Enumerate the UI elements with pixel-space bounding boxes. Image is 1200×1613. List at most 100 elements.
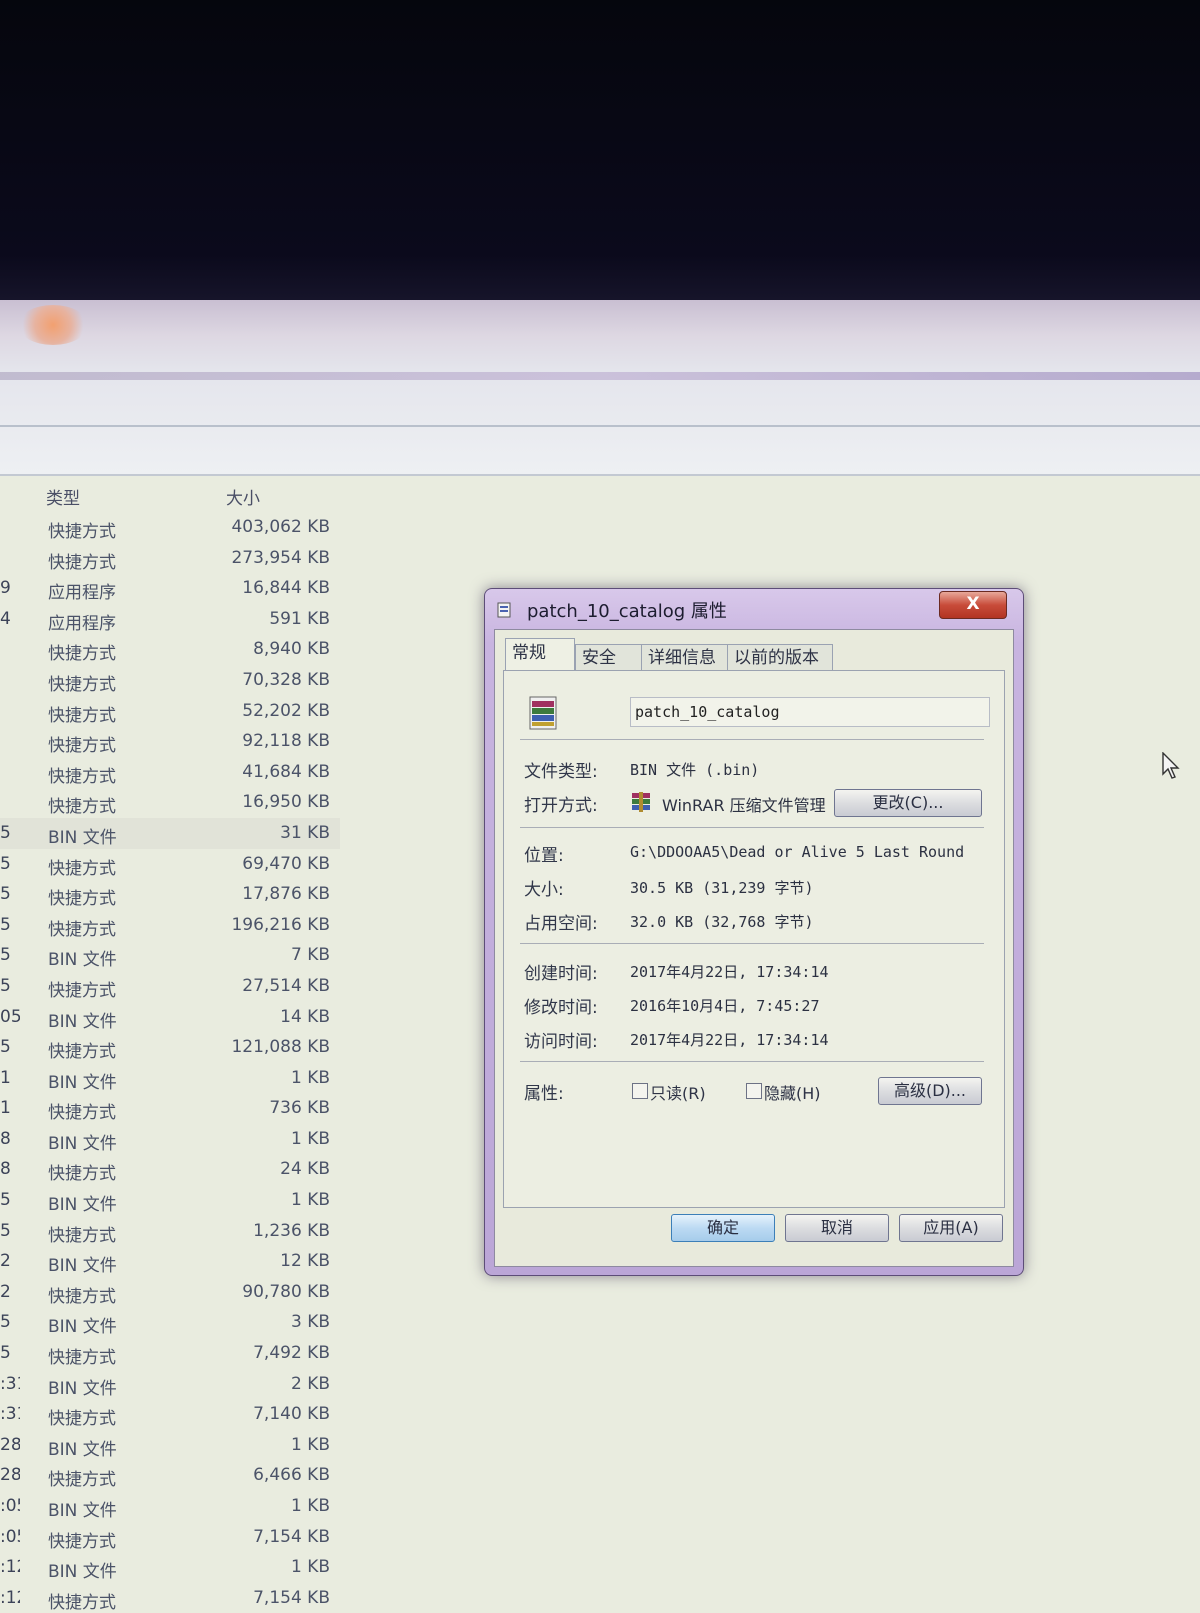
table-row[interactable]: 4 应用程序 591 KB	[0, 604, 340, 635]
row-date-fragment: 8	[0, 1128, 11, 1149]
change-button[interactable]: 更改(C)...	[834, 789, 982, 817]
dialog-title-bar[interactable]: patch_10_catalog 属性 X	[485, 589, 1023, 629]
table-row[interactable]: 5 快捷方式 69,470 KB	[0, 849, 340, 880]
row-type: 快捷方式	[48, 736, 116, 757]
table-row[interactable]: :12 BIN 文件 1 KB	[0, 1552, 340, 1583]
hidden-checkbox[interactable]	[746, 1083, 762, 1099]
table-row[interactable]: 5 快捷方式 196,216 KB	[0, 910, 340, 941]
table-row[interactable]: 1 BIN 文件 1 KB	[0, 1063, 340, 1094]
table-row[interactable]: 1 快捷方式 736 KB	[0, 1093, 340, 1124]
value-accessed: 2017年4月22日, 17:34:14	[630, 1031, 829, 1049]
table-row[interactable]: :05 BIN 文件 1 KB	[0, 1491, 340, 1522]
advanced-button[interactable]: 高级(D)...	[878, 1077, 982, 1105]
row-type: BIN 文件	[48, 1072, 117, 1093]
table-row[interactable]: 2 BIN 文件 12 KB	[0, 1246, 340, 1277]
table-row[interactable]: 28 BIN 文件 1 KB	[0, 1430, 340, 1461]
table-row[interactable]: 快捷方式 92,118 KB	[0, 726, 340, 757]
row-type: BIN 文件	[48, 1133, 117, 1154]
row-size: 6,466 KB	[253, 1465, 330, 1486]
table-row[interactable]: 9 应用程序 16,844 KB	[0, 573, 340, 604]
row-date-fragment: 8	[0, 1159, 11, 1180]
hidden-checkbox-label[interactable]: 隐藏(H)	[764, 1080, 821, 1104]
row-size: 403,062 KB	[231, 517, 330, 537]
row-type: 应用程序	[48, 583, 116, 604]
table-row[interactable]: 5 快捷方式 17,876 KB	[0, 879, 340, 910]
value-size: 30.5 KB (31,239 字节)	[630, 879, 814, 897]
value-file-type: BIN 文件 (.bin)	[630, 761, 760, 779]
table-row[interactable]: 8 快捷方式 24 KB	[0, 1154, 340, 1185]
table-row[interactable]: 5 BIN 文件 31 KB	[0, 817, 340, 849]
row-date-fragment: :12	[0, 1587, 20, 1608]
row-date-fragment: 05	[0, 1006, 20, 1027]
table-row[interactable]: :31 BIN 文件 2 KB	[0, 1369, 340, 1400]
row-type: 快捷方式	[48, 1348, 116, 1369]
value-modified: 2016年10月4日, 7:45:27	[630, 997, 820, 1015]
tab-previous-versions[interactable]: 以前的版本	[727, 644, 833, 671]
row-size: 736 KB	[269, 1098, 330, 1119]
table-row[interactable]: 5 快捷方式 1,236 KB	[0, 1216, 340, 1247]
row-type: BIN 文件	[48, 1378, 117, 1399]
tab-security[interactable]: 安全	[575, 644, 643, 671]
table-row[interactable]: 5 快捷方式 7,492 KB	[0, 1338, 340, 1369]
close-button[interactable]: X	[939, 591, 1007, 619]
row-size: 31 KB	[280, 822, 330, 843]
table-row[interactable]: 快捷方式 8,940 KB	[0, 634, 340, 665]
row-size: 70,328 KB	[242, 669, 330, 690]
tab-general[interactable]: 常规	[505, 638, 575, 673]
table-row[interactable]: :05 快捷方式 7,154 KB	[0, 1522, 340, 1553]
table-row[interactable]: 28 快捷方式 6,466 KB	[0, 1460, 340, 1491]
table-row[interactable]: 5 快捷方式 121,088 KB	[0, 1032, 340, 1063]
value-created: 2017年4月22日, 17:34:14	[630, 963, 829, 981]
table-row[interactable]: 05 BIN 文件 14 KB	[0, 1002, 340, 1033]
row-size: 92,118 KB	[242, 731, 330, 752]
row-size: 69,470 KB	[242, 853, 330, 874]
row-size: 121,088 KB	[231, 1037, 330, 1058]
column-header-type[interactable]: 类型	[46, 484, 80, 509]
table-row[interactable]: 快捷方式 70,328 KB	[0, 665, 340, 696]
table-row[interactable]: 5 BIN 文件 3 KB	[0, 1307, 340, 1338]
table-row[interactable]: 5 BIN 文件 1 KB	[0, 1185, 340, 1216]
row-size: 14 KB	[280, 1006, 330, 1027]
table-row[interactable]: 5 快捷方式 27,514 KB	[0, 971, 340, 1002]
label-open-with: 打开方式:	[524, 796, 598, 816]
row-type: 快捷方式	[48, 644, 116, 665]
winrar-file-icon	[529, 696, 557, 730]
row-type: 快捷方式	[48, 674, 116, 695]
row-size: 8,940 KB	[253, 639, 330, 660]
row-size: 1 KB	[290, 1067, 330, 1088]
row-type: BIN 文件	[48, 1562, 117, 1583]
row-type: BIN 文件	[48, 1256, 117, 1277]
row-date-fragment: :05	[0, 1526, 20, 1547]
row-date-fragment: 1	[0, 1067, 11, 1088]
window-icon-glow	[18, 305, 88, 345]
cancel-button[interactable]: 取消	[785, 1214, 889, 1242]
row-date-fragment: :31	[0, 1373, 20, 1394]
table-row[interactable]: 快捷方式 273,954 KB	[0, 543, 340, 574]
header-divider	[0, 474, 1200, 476]
readonly-checkbox[interactable]	[632, 1083, 648, 1099]
table-row[interactable]: 8 BIN 文件 1 KB	[0, 1124, 340, 1155]
tab-details[interactable]: 详细信息	[641, 644, 731, 671]
row-size: 196,216 KB	[231, 914, 330, 935]
ok-button[interactable]: 确定	[671, 1214, 775, 1242]
table-row[interactable]: 快捷方式 41,684 KB	[0, 757, 340, 788]
column-header-size[interactable]: 大小	[226, 484, 260, 509]
toolbar-divider	[0, 425, 1200, 427]
file-rows: 快捷方式 403,062 KB 快捷方式 273,954 KB 9 应用程序 16,844 …	[0, 512, 340, 1613]
row-size: 16,950 KB	[242, 792, 330, 813]
table-row[interactable]: 2 快捷方式 90,780 KB	[0, 1277, 340, 1308]
explorer-window-chrome	[0, 300, 1200, 476]
file-name-input[interactable]: patch_10_catalog	[630, 697, 990, 727]
readonly-checkbox-label[interactable]: 只读(R)	[650, 1080, 706, 1104]
row-size: 17,876 KB	[242, 884, 330, 905]
table-row[interactable]: 快捷方式 16,950 KB	[0, 787, 340, 818]
table-row[interactable]: 快捷方式 52,202 KB	[0, 696, 340, 727]
row-type: 快捷方式	[48, 889, 116, 910]
separator	[520, 943, 984, 944]
row-type: BIN 文件	[48, 1011, 117, 1032]
apply-button[interactable]: 应用(A)	[899, 1214, 1003, 1242]
table-row[interactable]: 快捷方式 403,062 KB	[0, 512, 340, 543]
table-row[interactable]: :12 快捷方式 7,154 KB	[0, 1583, 340, 1613]
table-row[interactable]: :31 快捷方式 7,140 KB	[0, 1399, 340, 1430]
table-row[interactable]: 5 BIN 文件 7 KB	[0, 940, 340, 971]
